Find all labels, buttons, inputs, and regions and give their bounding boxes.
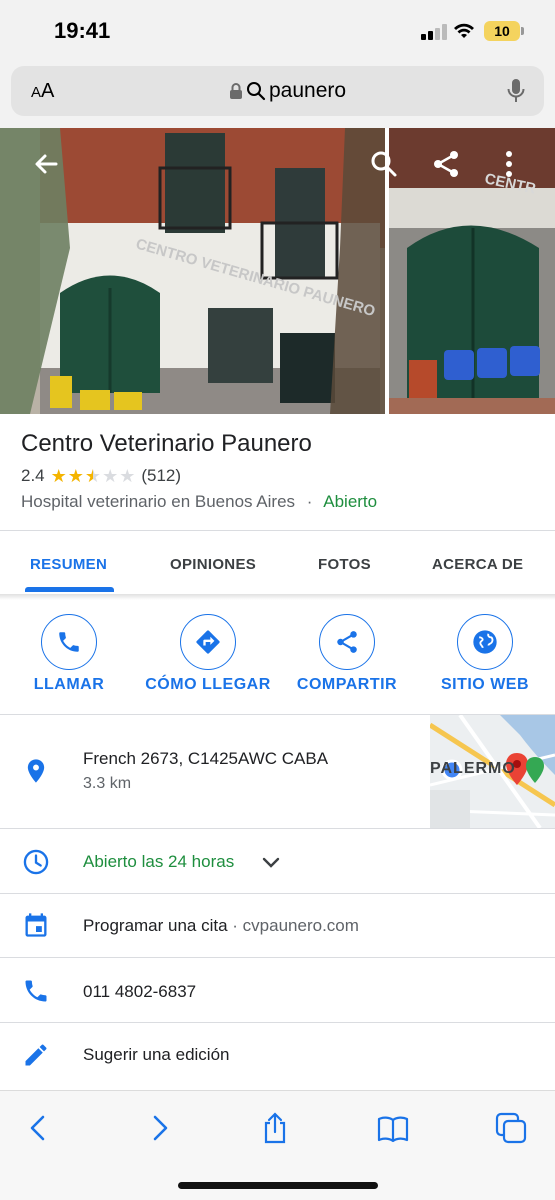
star-icon: ★ — [119, 466, 136, 486]
share-label: COMPARTIR — [296, 676, 398, 693]
place-category-line: Hospital veterinario en Buenos Aires · A… — [21, 492, 377, 512]
more-options-icon[interactable] — [493, 148, 525, 180]
active-tab-indicator — [25, 587, 114, 592]
appointment-text: Programar una cita — [83, 916, 228, 935]
rating-value: 2.4 — [21, 466, 45, 485]
divider — [0, 530, 555, 531]
clock-icon — [23, 849, 49, 875]
star-icon: ★ — [102, 466, 119, 486]
calendar-icon — [25, 913, 47, 937]
browser-address-area: AA paunero — [0, 62, 555, 128]
divider — [0, 893, 555, 894]
star-icon: ★ — [50, 466, 67, 486]
divider — [0, 828, 555, 829]
status-time: 19:41 — [54, 18, 111, 43]
text-size-button[interactable]: AA — [31, 80, 54, 103]
address-query: paunero — [269, 79, 347, 102]
tab-fotos[interactable]: FOTOS — [318, 556, 371, 573]
tab-acerca-de[interactable]: ACERCA DE — [432, 556, 523, 573]
share-sheet-icon[interactable] — [258, 1111, 292, 1145]
hours-text: Abierto las 24 horas — [83, 852, 235, 871]
globe-icon — [457, 614, 513, 670]
tab-bar-shadow — [0, 594, 555, 600]
tab-opiniones[interactable]: OPINIONES — [170, 556, 256, 573]
website-button[interactable]: SITIO WEB — [420, 614, 550, 694]
share-icon — [319, 614, 375, 670]
browser-forward-icon[interactable] — [142, 1111, 176, 1145]
divider — [0, 957, 555, 958]
phone-number: 011 4802-6837 — [83, 982, 197, 1001]
star-icon: ★ — [67, 466, 84, 486]
bookmarks-icon[interactable] — [376, 1111, 410, 1145]
entrance-photo[interactable]: CENTR — [389, 128, 555, 414]
call-button[interactable]: LLAMAR — [4, 614, 134, 694]
divider — [0, 1022, 555, 1023]
browser-back-icon[interactable] — [22, 1111, 56, 1145]
location-pin-icon — [27, 759, 45, 783]
chevron-down-icon[interactable] — [261, 853, 281, 873]
directions-icon — [180, 614, 236, 670]
directions-label: CÓMO LLEGAR — [145, 676, 271, 693]
photo-carousel[interactable]: CENTRO VETERINARIO PAUNERO CENTR — [0, 128, 555, 414]
category-separator: · — [306, 492, 313, 511]
battery-indicator: 10 — [484, 21, 524, 41]
website-label: SITIO WEB — [440, 676, 530, 693]
rating-row[interactable]: 2.4 ★ ★ ★ ★ ★ (512) — [21, 466, 181, 486]
place-category: Hospital veterinario en Buenos Aires — [21, 492, 296, 511]
pencil-icon — [25, 1044, 47, 1066]
suggest-edit-text: Sugerir una edición — [83, 1045, 230, 1064]
share-icon[interactable] — [430, 148, 462, 180]
map-area-label: PALERMO — [430, 760, 516, 777]
call-label: LLAMAR — [33, 676, 105, 693]
phone-icon — [25, 980, 47, 1002]
search-icon — [247, 82, 266, 101]
review-count: (512) — [141, 466, 182, 485]
back-arrow-icon[interactable] — [30, 148, 62, 180]
status-bar: 19:41 10 — [0, 0, 555, 62]
tab-resumen[interactable]: RESUMEN — [30, 556, 107, 573]
tab-bar: RESUMEN OPINIONES FOTOS ACERCA DE — [0, 532, 555, 594]
open-status: Abierto — [323, 492, 378, 511]
map-thumbnail[interactable]: PALERMO — [430, 715, 555, 828]
signal-icon — [421, 24, 447, 40]
address-text: French 2673, C1425AWC CABA — [83, 749, 329, 768]
appointment-line: Programar una cita · cvpaunero.com — [83, 916, 359, 936]
appointment-site: · cvpaunero.com — [227, 916, 359, 935]
star-icon: ★ — [84, 466, 102, 486]
rating-stars: ★ ★ ★ ★ ★ — [51, 467, 136, 485]
address-field[interactable]: paunero — [229, 79, 346, 103]
phone-icon — [41, 614, 97, 670]
tabs-icon[interactable] — [494, 1111, 528, 1145]
microphone-icon[interactable] — [506, 78, 526, 104]
share-button[interactable]: COMPARTIR — [282, 614, 412, 694]
directions-button[interactable]: CÓMO LLEGAR — [143, 614, 273, 694]
distance-text: 3.3 km — [83, 775, 132, 792]
address-bar[interactable]: AA paunero — [11, 66, 544, 116]
home-indicator — [178, 1182, 378, 1189]
lock-icon — [230, 83, 242, 99]
wifi-icon — [454, 23, 474, 38]
search-photos-icon[interactable] — [368, 148, 400, 180]
place-name: Centro Veterinario Paunero — [21, 430, 312, 457]
